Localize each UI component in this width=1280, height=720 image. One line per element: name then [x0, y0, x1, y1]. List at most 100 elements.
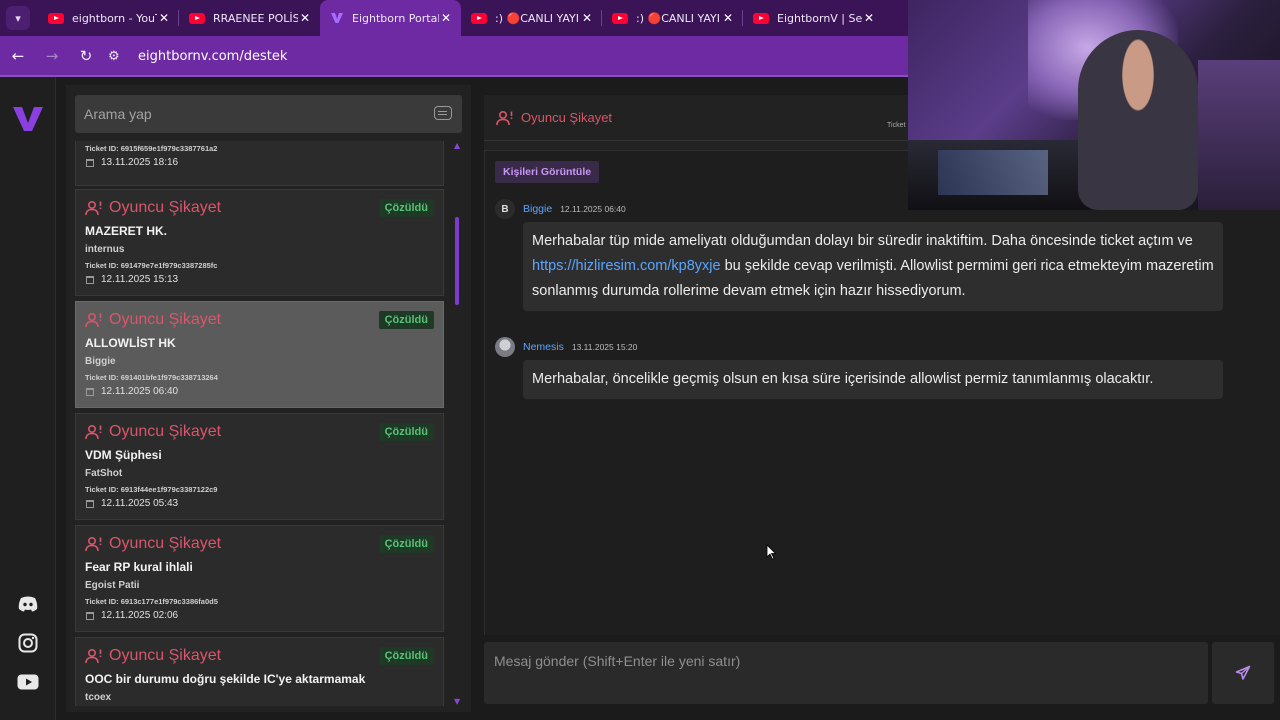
close-icon[interactable]: ✕: [580, 11, 594, 25]
message: Nemesis 13.11.2025 15:20 Merhabalar, önc…: [495, 337, 1225, 399]
ticket-category-label: Oyuncu Şikayet: [109, 535, 222, 552]
scrollbar-thumb[interactable]: [455, 217, 459, 305]
youtube-icon: [471, 12, 487, 24]
ticket-user: Egoist Patii: [85, 580, 140, 591]
status-badge: Çözüldü: [378, 199, 434, 217]
tab-label: :) 🔴CANLI YAYI: [636, 11, 720, 25]
back-arrow-icon[interactable]: ←: [2, 40, 34, 72]
ticket-title: ALLOWLİST HK: [85, 336, 176, 350]
ticket-date: 12.11.2025 05:43: [85, 498, 434, 509]
browser-tab[interactable]: :) 🔴CANLI YAYI ✕: [461, 0, 602, 36]
message-author[interactable]: Biggie: [523, 203, 552, 215]
browser-tab-active[interactable]: Eightborn Portal ✕: [320, 0, 461, 36]
scroll-down-icon[interactable]: ▼: [454, 697, 460, 706]
user-report-icon: [85, 200, 102, 216]
ticket-date-text: 13.11.2025 18:16: [101, 157, 179, 168]
calendar-icon: [86, 387, 94, 396]
app-sidebar: [0, 77, 56, 720]
ticket-category-label: Oyuncu Şikayet: [109, 647, 222, 664]
ticket-title: OOC bir durumu doğru şekilde IC'ye aktar…: [85, 672, 366, 686]
message-input[interactable]: [494, 653, 1194, 693]
youtube-icon: [612, 12, 628, 24]
view-people-button[interactable]: Kişileri Görüntüle: [495, 161, 600, 183]
avatar: [495, 337, 515, 357]
tab-search-button[interactable]: ▾: [6, 6, 30, 30]
message-author[interactable]: Nemesis: [523, 341, 564, 353]
reload-icon[interactable]: ↻: [70, 40, 102, 72]
send-button[interactable]: [1212, 642, 1274, 704]
youtube-icon: [189, 12, 205, 24]
browser-tab[interactable]: RRAENEE POLİS ✕: [179, 0, 320, 36]
webcam-overlay: [908, 0, 1280, 210]
message-bubble: Merhabalar, öncelikle geçmiş olsun en kı…: [523, 360, 1223, 399]
message-time: 12.11.2025 06:40: [560, 204, 626, 214]
message-bubble: Merhabalar tüp mide ameliyatı olduğumdan…: [523, 222, 1223, 311]
user-report-icon: [85, 536, 102, 552]
message-time: 13.11.2025 15:20: [571, 342, 638, 352]
discord-icon[interactable]: [16, 593, 40, 615]
ticket-date-text: 12.11.2025 05:43: [101, 498, 179, 509]
ticket-card[interactable]: Oyuncu Şikayet Çözüldü VDM Şüphesi FatSh…: [75, 413, 444, 520]
tab-label: :) 🔴CANLI YAYI: [495, 11, 579, 25]
message-text: Merhabalar tüp mide ameliyatı olduğumdan…: [532, 233, 1193, 249]
ticket-date: 12.11.2025 02:06: [85, 610, 434, 621]
avatar: B: [495, 199, 515, 219]
scroll-up-icon[interactable]: ▲: [454, 141, 460, 150]
ticket-card-selected[interactable]: Oyuncu Şikayet Çözüldü ALLOWLİST HK Bigg…: [75, 301, 444, 408]
youtube-icon[interactable]: [16, 671, 40, 693]
browser-tab[interactable]: :) 🔴CANLI YAYI ✕: [602, 0, 743, 36]
close-icon[interactable]: ✕: [157, 11, 171, 25]
ticket-date: 12.11.2025 06:40: [85, 386, 434, 397]
mouse-cursor-icon: [766, 544, 777, 560]
close-icon[interactable]: ✕: [721, 11, 735, 25]
webcam-background: [1198, 60, 1280, 210]
ticket-user: Biggie: [85, 356, 116, 367]
search-box: [75, 95, 462, 133]
close-icon[interactable]: ✕: [439, 11, 453, 25]
ticket-title: MAZERET HK.: [85, 224, 167, 238]
browser-tab[interactable]: EightbornV | Ser ✕: [743, 0, 884, 36]
user-report-icon: [85, 312, 102, 328]
browser-tab[interactable]: eightborn - YouT ✕: [38, 0, 179, 36]
eightborn-v-icon: [331, 13, 343, 23]
site-settings-icon[interactable]: ⚙: [108, 49, 128, 64]
message: B Biggie 12.11.2025 06:40 Merhabalar tüp…: [495, 199, 1225, 311]
close-icon[interactable]: ✕: [862, 11, 876, 25]
chevron-down-icon: ▾: [15, 11, 21, 25]
ticket-list-scrollbar[interactable]: ▲ ▼: [454, 141, 460, 706]
ticket-user: FatShot: [85, 468, 123, 479]
webcam-streamer: [1078, 30, 1198, 210]
close-icon[interactable]: ✕: [298, 11, 312, 25]
message-text: Merhabalar, öncelikle geçmiş olsun en kı…: [532, 371, 1154, 387]
calendar-icon: [86, 499, 94, 508]
youtube-icon: [48, 12, 64, 24]
tab-label: Eightborn Portal: [352, 11, 439, 25]
calendar-icon: [86, 275, 94, 284]
search-input[interactable]: [84, 106, 414, 122]
status-badge: Çözüldü: [378, 535, 434, 553]
status-badge: Çözüldü: [378, 423, 434, 441]
message-link[interactable]: https://hizliresim.com/kp8yxje: [532, 258, 721, 274]
ticket-category-label: Oyuncu Şikayet: [109, 311, 222, 328]
message-meta: Nemesis 13.11.2025 15:20: [495, 337, 1225, 357]
ticket-title: Fear RP kural ihlali: [85, 560, 193, 574]
ticket-card[interactable]: Oyuncu Şikayet Çözüldü OOC bir durumu do…: [75, 637, 444, 706]
ticket-card[interactable]: Ticket ID: 6915f659e1f979c3387761a2 13.1…: [75, 141, 444, 186]
message-composer: [484, 642, 1208, 704]
ticket-date: 12.11.2025 15:13: [85, 274, 434, 285]
user-report-icon: [85, 424, 102, 440]
status-badge: Çözüldü: [378, 647, 434, 665]
instagram-icon[interactable]: [16, 632, 40, 654]
ticket-card[interactable]: Oyuncu Şikayet Çözüldü Fear RP kural ihl…: [75, 525, 444, 632]
address-bar[interactable]: ⚙ eightbornv.com/destek: [108, 41, 908, 71]
ticket-user: internus: [85, 244, 125, 255]
user-report-icon: [85, 648, 102, 664]
tab-label: RRAENEE POLİS: [213, 11, 298, 25]
ticket-list-panel: Ticket ID: 6915f659e1f979c3387761a2 13.1…: [66, 85, 471, 712]
ticket-id: Ticket ID: 6913c177e1f979c3386fa0d5: [85, 597, 218, 606]
ticket-card[interactable]: Oyuncu Şikayet Çözüldü MAZERET HK. inter…: [75, 189, 444, 296]
youtube-icon: [753, 12, 769, 24]
forward-arrow-icon[interactable]: →: [36, 40, 68, 72]
keyboard-icon[interactable]: [434, 106, 452, 120]
eightborn-logo[interactable]: [11, 101, 45, 135]
